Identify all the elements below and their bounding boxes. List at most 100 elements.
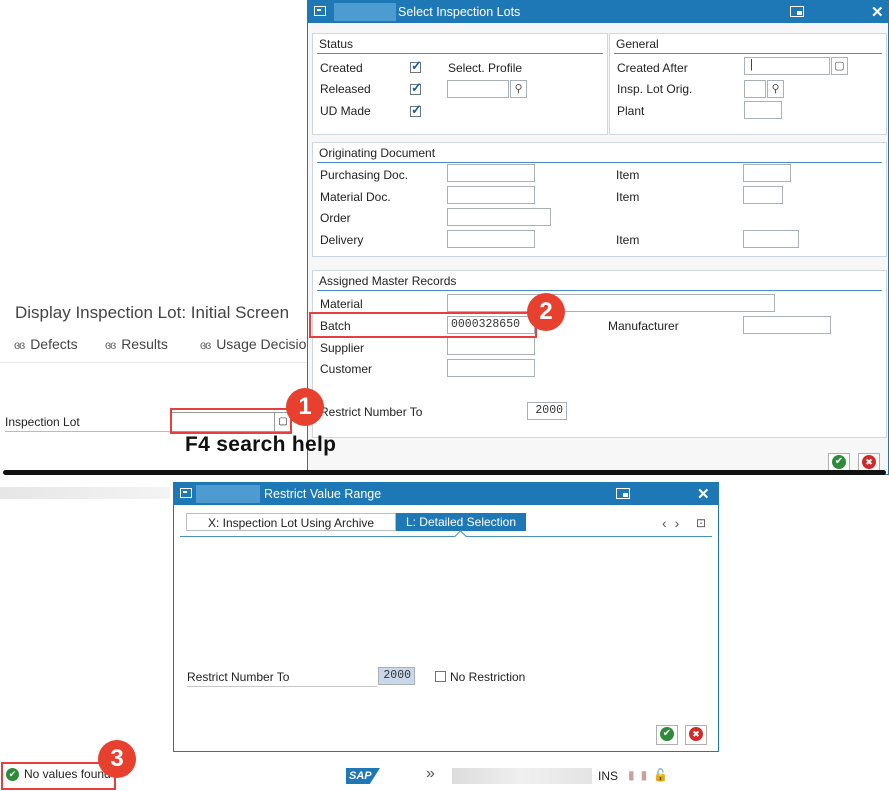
glasses-icon: ɞɞ: [105, 338, 116, 352]
manufacturer-label: Manufacturer: [608, 319, 679, 333]
group-title: Assigned Master Records: [319, 274, 457, 288]
restrict-number-label: Restrict Number To: [187, 670, 290, 684]
supplier-input[interactable]: [447, 337, 535, 355]
label-underline: [187, 686, 377, 687]
tab-strip: X: Inspection Lot Using Archive L: Detai…: [180, 513, 712, 543]
resize-icon[interactable]: [616, 488, 630, 499]
order-label: Order: [320, 211, 351, 225]
window-icon: [180, 488, 192, 498]
tab-nav-arrows[interactable]: ‹›: [662, 515, 687, 531]
search-icon[interactable]: ⚲: [767, 80, 784, 98]
glasses-icon: ɞɞ: [200, 338, 211, 352]
tab-list-icon[interactable]: ⊡: [696, 516, 706, 530]
results-button[interactable]: ɞɞ Results: [105, 336, 168, 352]
material-doc-label: Material Doc.: [320, 190, 391, 204]
page-title: Display Inspection Lot: Initial Screen: [15, 303, 290, 322]
created-checkbox[interactable]: [410, 58, 422, 74]
ud-made-checkbox[interactable]: [410, 102, 422, 118]
customer-input[interactable]: [447, 359, 535, 377]
created-label: Created: [320, 61, 363, 75]
restrict-number-label: Restrict Number To: [320, 405, 423, 419]
plant-input[interactable]: [744, 101, 782, 119]
blurred-region: [452, 768, 592, 784]
material-input[interactable]: [447, 294, 775, 312]
insp-lot-orig-input[interactable]: [744, 80, 766, 98]
purchasing-doc-label: Purchasing Doc.: [320, 168, 409, 182]
item-input[interactable]: [743, 230, 799, 248]
glasses-icon: ɞɞ: [14, 338, 25, 352]
dialog-titlebar: Select Inspection Lots ✕: [308, 1, 888, 23]
tab-archive[interactable]: X: Inspection Lot Using Archive: [186, 513, 396, 531]
blurred-region: [196, 485, 260, 503]
section-divider: [3, 470, 886, 475]
blurred-region: [0, 487, 170, 499]
no-restriction-label: No Restriction: [450, 670, 526, 684]
item-input[interactable]: [743, 164, 791, 182]
tab-underline: [180, 536, 712, 537]
status-icons: ▮▮🔓: [628, 768, 675, 782]
originating-document-group: Originating Document Purchasing Doc. Ite…: [312, 142, 887, 257]
blurred-region: [334, 3, 396, 21]
window-icon: [314, 6, 326, 16]
delivery-label: Delivery: [320, 233, 364, 247]
close-icon[interactable]: ✕: [871, 3, 884, 21]
annotation-box-2: [309, 312, 537, 338]
released-checkbox[interactable]: [410, 80, 422, 96]
plant-label: Plant: [617, 104, 645, 118]
execute-button[interactable]: [656, 725, 678, 745]
annotation-badge-2: 2: [527, 293, 565, 331]
group-divider: [614, 53, 882, 54]
item-label: Item: [616, 190, 640, 204]
usage-decision-button[interactable]: ɞɞ Usage Decisio: [200, 336, 306, 352]
search-icon[interactable]: ⚲: [510, 80, 527, 98]
select-profile-input[interactable]: [447, 80, 509, 98]
material-doc-input[interactable]: [447, 186, 535, 204]
annotation-badge-3: 3: [98, 740, 136, 778]
dialog-title: Restrict Value Range: [264, 487, 382, 501]
item-input[interactable]: [743, 186, 783, 204]
insp-lot-orig-label: Insp. Lot Orig.: [617, 82, 693, 96]
ud-made-label: UD Made: [320, 104, 371, 118]
tab-detailed-selection[interactable]: L: Detailed Selection: [396, 513, 526, 531]
supplier-label: Supplier: [320, 341, 365, 355]
select-inspection-lots-dialog: Select Inspection Lots ✕ Status Created …: [307, 0, 889, 475]
group-divider: [317, 290, 882, 291]
general-group: General Created After | ▢ Insp. Lot Orig…: [609, 33, 887, 135]
manufacturer-input[interactable]: [743, 316, 831, 334]
group-title: General: [616, 37, 659, 51]
created-after-label: Created After: [617, 61, 688, 75]
calendar-icon[interactable]: ▢: [831, 57, 848, 75]
defects-button[interactable]: ɞɞ Defects: [14, 336, 78, 352]
dialog-title: Select Inspection Lots: [398, 5, 521, 19]
group-title: Originating Document: [319, 146, 436, 160]
no-restriction-checkbox[interactable]: [435, 671, 446, 682]
group-divider: [317, 53, 603, 54]
order-input[interactable]: [447, 208, 551, 226]
item-label: Item: [616, 168, 640, 182]
expand-chevron-icon[interactable]: »: [426, 765, 435, 783]
group-divider: [317, 162, 882, 163]
annotation-box-1: [170, 408, 292, 434]
application-toolbar: ɞɞ Defects ɞɞ Results ɞɞ Usage Decisio: [0, 328, 310, 363]
insert-mode-indicator: INS: [598, 769, 619, 783]
restrict-number-input[interactable]: 2000: [527, 402, 567, 420]
material-label: Material: [320, 297, 363, 311]
select-profile-label: Select. Profile: [448, 61, 523, 75]
restrict-number-input[interactable]: 2000: [378, 667, 415, 685]
customer-label: Customer: [320, 362, 373, 376]
annotation-text: F4 search help: [185, 433, 337, 456]
created-after-input[interactable]: |: [744, 57, 830, 75]
sap-logo: SAP: [346, 768, 380, 784]
close-icon[interactable]: ✕: [697, 485, 710, 503]
resize-icon[interactable]: [790, 6, 804, 17]
restrict-value-range-dialog: Restrict Value Range ✕ X: Inspection Lot…: [173, 482, 719, 752]
item-label: Item: [616, 233, 640, 247]
inspection-lot-label: Inspection Lot: [5, 415, 80, 429]
purchasing-doc-input[interactable]: [447, 164, 535, 182]
delivery-input[interactable]: [447, 230, 535, 248]
assigned-master-records-group: Assigned Master Records Material Batch 0…: [312, 270, 887, 438]
cancel-button[interactable]: [685, 725, 707, 745]
status-group: Status Created Released UD Made Select. …: [312, 33, 608, 135]
dialog-titlebar: Restrict Value Range ✕: [174, 483, 718, 505]
released-label: Released: [320, 82, 371, 96]
